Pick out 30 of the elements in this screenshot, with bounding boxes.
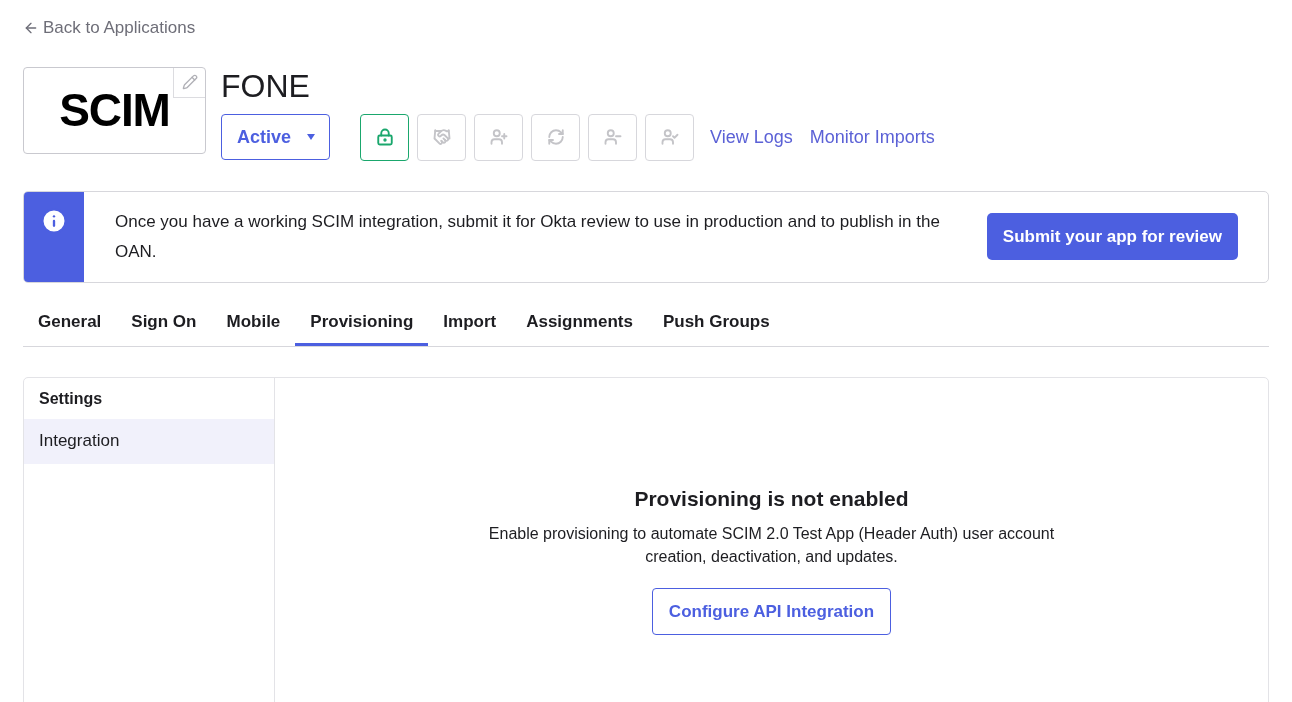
tab[interactable]: Push Groups — [647, 305, 785, 346]
tab[interactable]: Sign On — [116, 305, 212, 346]
tab[interactable]: General — [23, 305, 117, 346]
app-title: FONE — [221, 67, 311, 104]
header-link[interactable]: View Logs — [710, 123, 793, 151]
refresh-icon — [546, 128, 565, 146]
caret-icon — [307, 134, 315, 140]
handshake-icon — [432, 128, 451, 146]
edit-logo-button[interactable] — [173, 67, 205, 98]
user-plus-icon — [489, 128, 508, 146]
user-check-icon — [660, 128, 679, 146]
empty-state-title: Provisioning is not enabled — [634, 485, 909, 512]
pencil-icon — [181, 74, 198, 90]
tab[interactable]: Assignments — [511, 305, 648, 346]
submit-review-button[interactable]: Submit your app for review — [986, 213, 1238, 260]
sidebar-heading: Settings — [38, 388, 104, 409]
banner-message: Once you have a working SCIM integration, submit it for Okta review to use in production and to publish in the OAN. — [115, 210, 941, 263]
user-minus-icon — [603, 128, 622, 146]
tab[interactable]: Provisioning — [295, 305, 429, 346]
logo-text: SCIM — [59, 82, 170, 138]
lock-icon — [375, 128, 394, 146]
header-link[interactable]: Monitor Imports — [809, 123, 935, 151]
toolbar-button[interactable] — [360, 113, 409, 161]
back-link[interactable]: Back to Applications — [23, 0, 196, 41]
tab[interactable]: Mobile — [211, 305, 296, 346]
status-dropdown[interactable]: Active — [221, 114, 330, 160]
tab[interactable]: Import — [428, 305, 512, 346]
empty-state-description: Enable provisioning to automate SCIM 2.0 Test App (Header Auth) user account creation, deactivation, and updates. — [487, 524, 1056, 567]
sidebar-item[interactable]: Integration — [24, 418, 274, 464]
configure-api-button[interactable]: Configure API Integration — [651, 588, 892, 635]
